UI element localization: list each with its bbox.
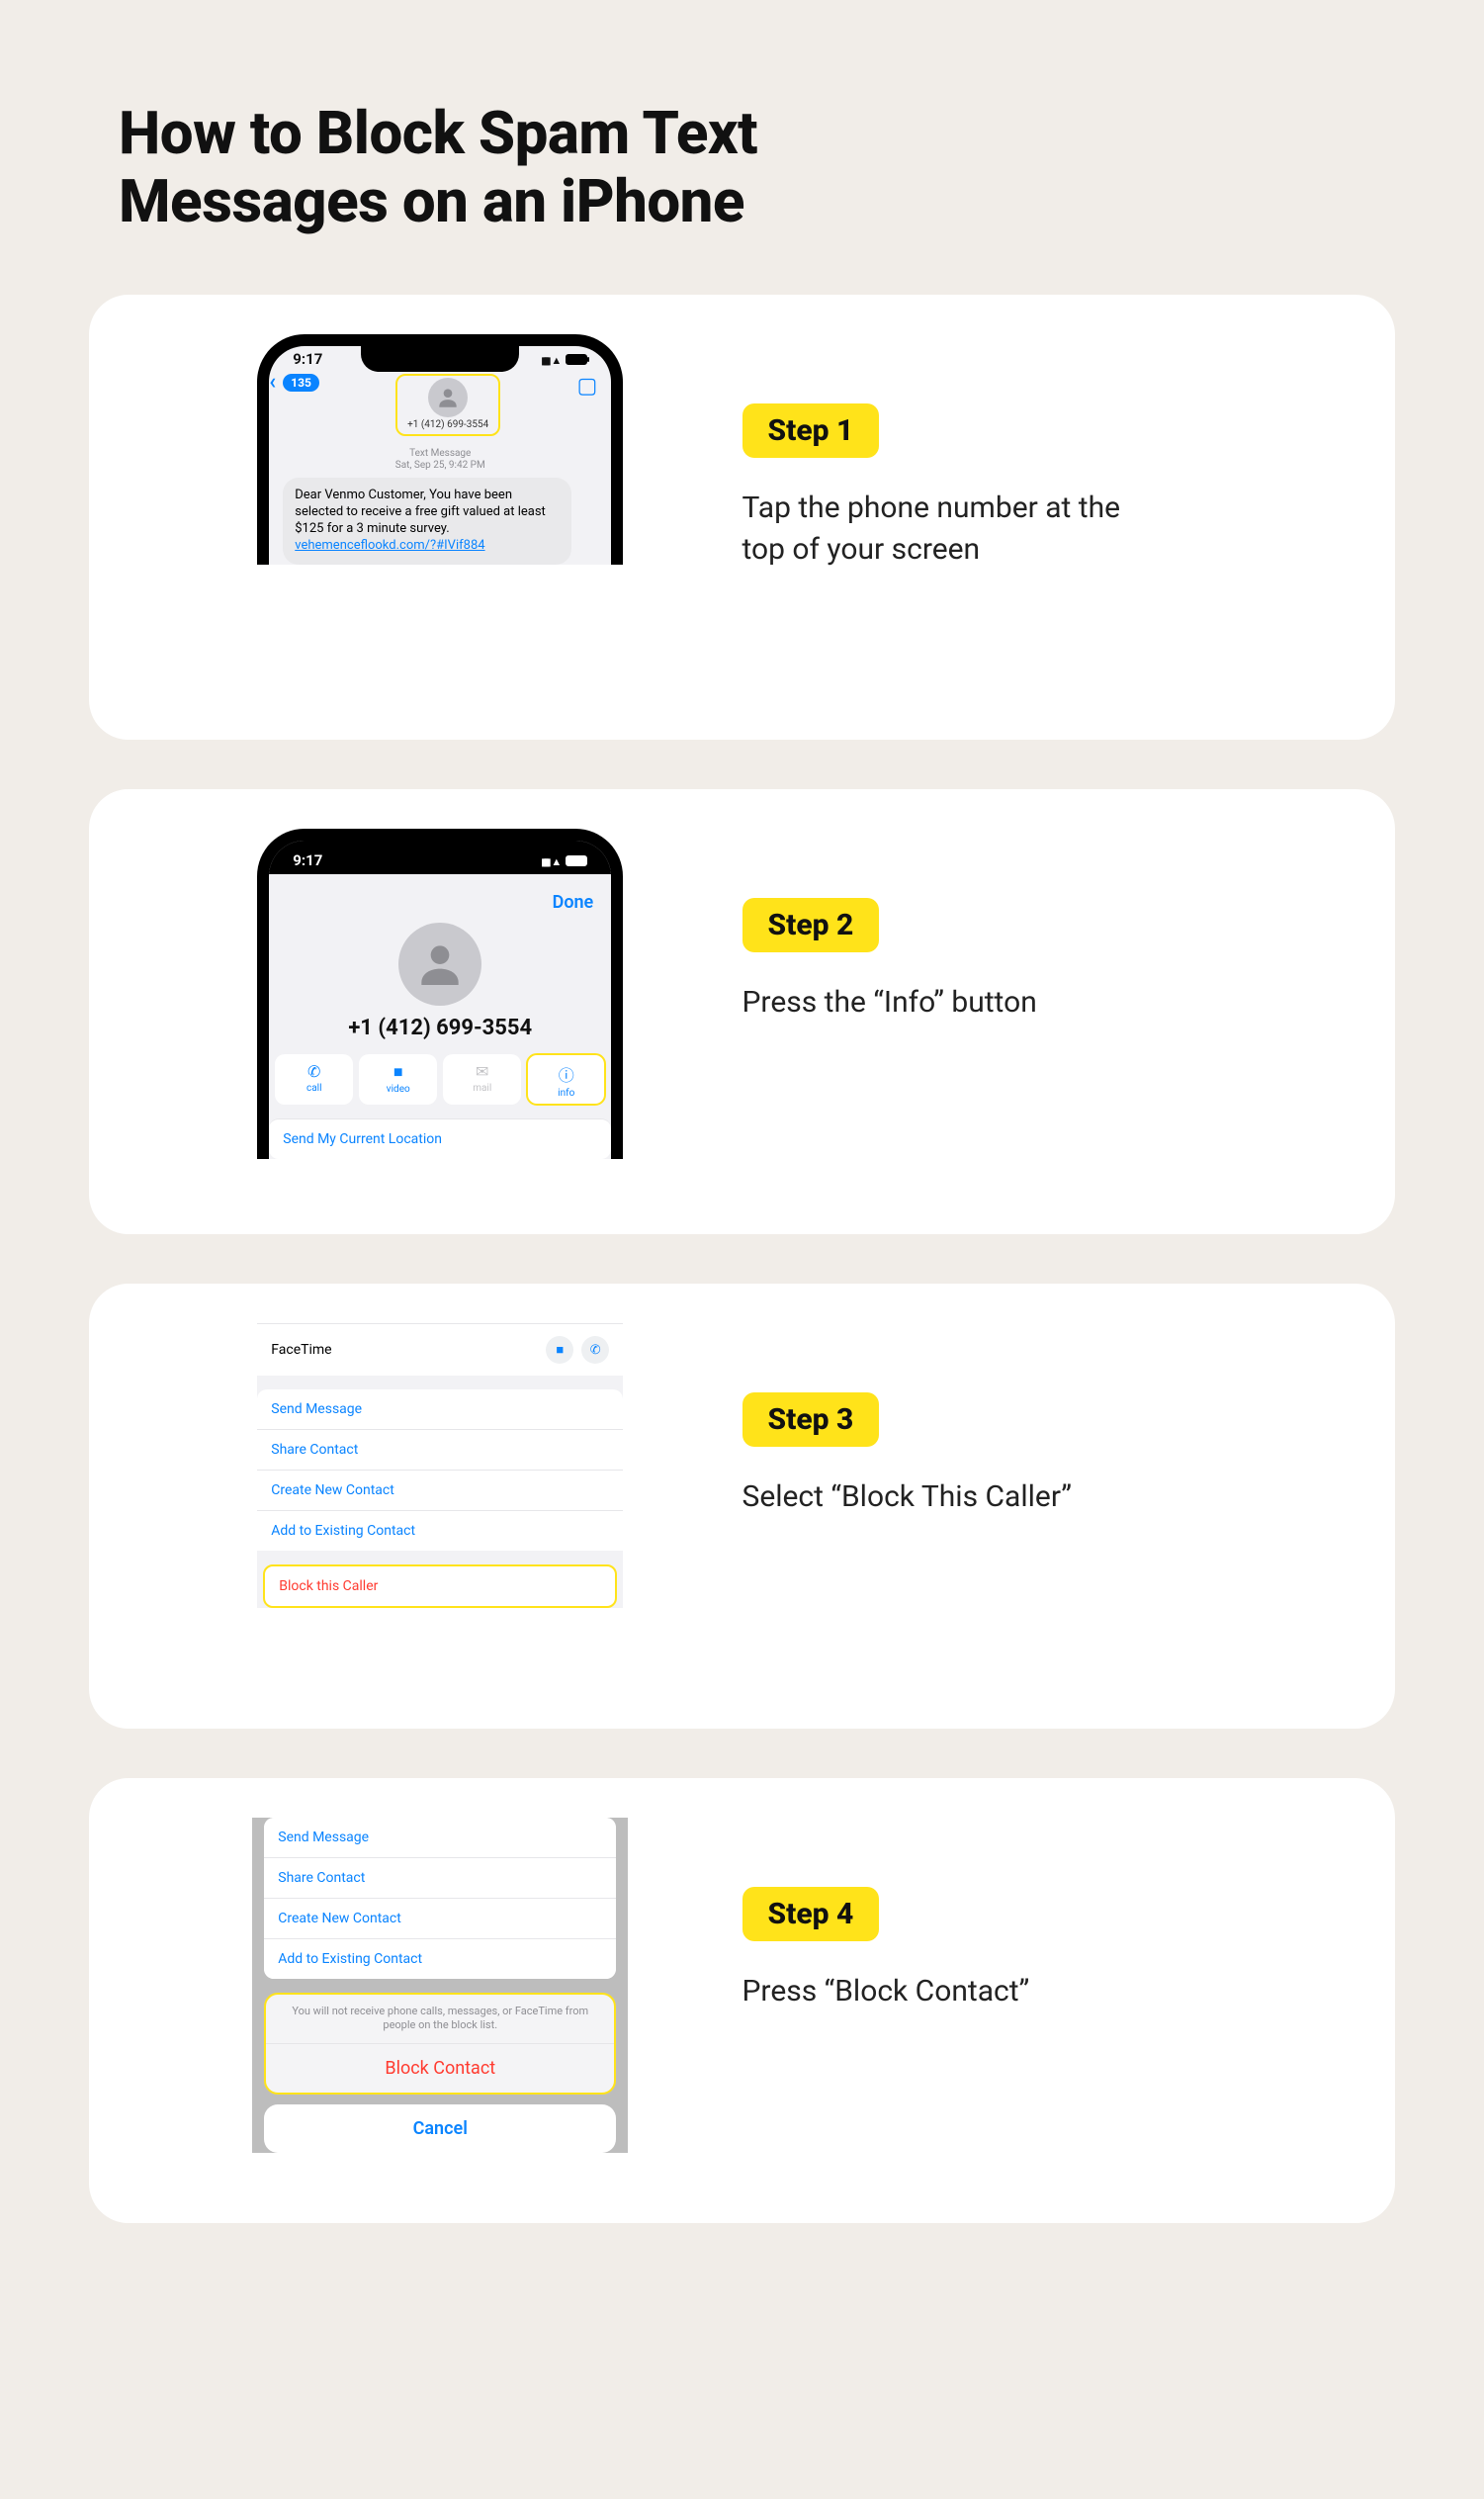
wifi-icon (551, 350, 562, 368)
block-caller-row[interactable]: Block this Caller (263, 1564, 617, 1608)
send-message-row[interactable]: Send Message (264, 1818, 616, 1857)
step-description: Press “Block Contact” (742, 1971, 1158, 2012)
step-description: Press the “Info” button (742, 982, 1158, 1024)
avatar-icon (398, 923, 481, 1006)
message-meta: Text Message Sat, Sep 25, 9:42 PM (269, 448, 611, 472)
block-contact-button[interactable]: Block Contact (266, 2043, 614, 2093)
share-contact-row[interactable]: Share Contact (257, 1429, 623, 1470)
signal-icon (541, 851, 547, 869)
add-existing-row[interactable]: Add to Existing Contact (264, 1938, 616, 1979)
step-card-2: 9:17 Done +1 (412) 699-3554 ✆call ■video… (89, 789, 1395, 1234)
video-icon: ■ (393, 1062, 403, 1082)
call-button[interactable]: ✆call (275, 1054, 353, 1105)
wifi-icon (551, 851, 562, 869)
signal-icon (541, 350, 547, 368)
avatar-icon (428, 378, 468, 417)
spam-link[interactable]: vehemenceflookd.com/?#IVif884 (295, 538, 484, 553)
send-message-row[interactable]: Send Message (257, 1389, 623, 1429)
step-description: Tap the phone number at the top of your … (742, 488, 1158, 571)
step-card-3: FaceTime ■ ✆ Send Message Share Contact … (89, 1284, 1395, 1729)
back-button[interactable]: 135 (283, 374, 319, 392)
add-existing-row[interactable]: Add to Existing Contact (257, 1510, 623, 1551)
step-description: Select “Block This Caller” (742, 1476, 1158, 1518)
share-contact-row[interactable]: Share Contact (264, 1857, 616, 1898)
iphone-mock-1: 9:17 135 +1 (412) 699-3554 ▢ Text (257, 334, 623, 565)
step-badge: Step 3 (742, 1392, 880, 1447)
facetime-video-icon[interactable]: ■ (546, 1336, 573, 1364)
video-button[interactable]: ■video (359, 1054, 437, 1105)
battery-icon (566, 855, 587, 866)
iphone-mock-4: Send Message Share Contact Create New Co… (252, 1818, 628, 2153)
info-button[interactable]: ⓘinfo (527, 1054, 605, 1105)
contact-tap-target[interactable]: +1 (412) 699-3554 (395, 374, 500, 436)
iphone-mock-3: FaceTime ■ ✆ Send Message Share Contact … (257, 1323, 623, 1608)
step-badge: Step 4 (742, 1887, 880, 1941)
step-card-1: 9:17 135 +1 (412) 699-3554 ▢ Text (89, 295, 1395, 740)
facetime-icon[interactable]: ▢ (576, 374, 597, 399)
create-contact-row[interactable]: Create New Contact (264, 1898, 616, 1938)
facetime-label: FaceTime (271, 1342, 331, 1358)
contact-number: +1 (412) 699-3554 (407, 419, 488, 430)
status-time: 9:17 (293, 350, 322, 368)
mail-icon: ✉ (476, 1062, 488, 1081)
battery-icon (566, 354, 587, 365)
status-time: 9:17 (293, 851, 322, 869)
page-title: How to Block Spam Text Messages on an iP… (119, 99, 1008, 235)
step-badge: Step 2 (742, 898, 880, 952)
block-action-sheet: You will not receive phone calls, messag… (264, 1993, 616, 2095)
contact-number: +1 (412) 699-3554 (269, 1016, 611, 1040)
create-contact-row[interactable]: Create New Contact (257, 1470, 623, 1510)
spam-message-bubble: Dear Venmo Customer, You have been selec… (283, 478, 571, 565)
info-icon: ⓘ (559, 1062, 574, 1086)
status-icons (541, 350, 587, 368)
phone-icon: ✆ (307, 1062, 320, 1081)
send-location-row[interactable]: Send My Current Location (269, 1118, 611, 1159)
facetime-call-icon[interactable]: ✆ (581, 1336, 609, 1364)
status-icons (541, 851, 587, 869)
step-card-4: Send Message Share Contact Create New Co… (89, 1778, 1395, 2223)
step-badge: Step 1 (742, 403, 880, 458)
done-button[interactable]: Done (553, 892, 594, 913)
mail-button: ✉mail (443, 1054, 521, 1105)
sheet-message: You will not receive phone calls, messag… (266, 1995, 614, 2043)
cancel-button[interactable]: Cancel (264, 2104, 616, 2153)
iphone-mock-2: 9:17 Done +1 (412) 699-3554 ✆call ■video… (257, 829, 623, 1159)
